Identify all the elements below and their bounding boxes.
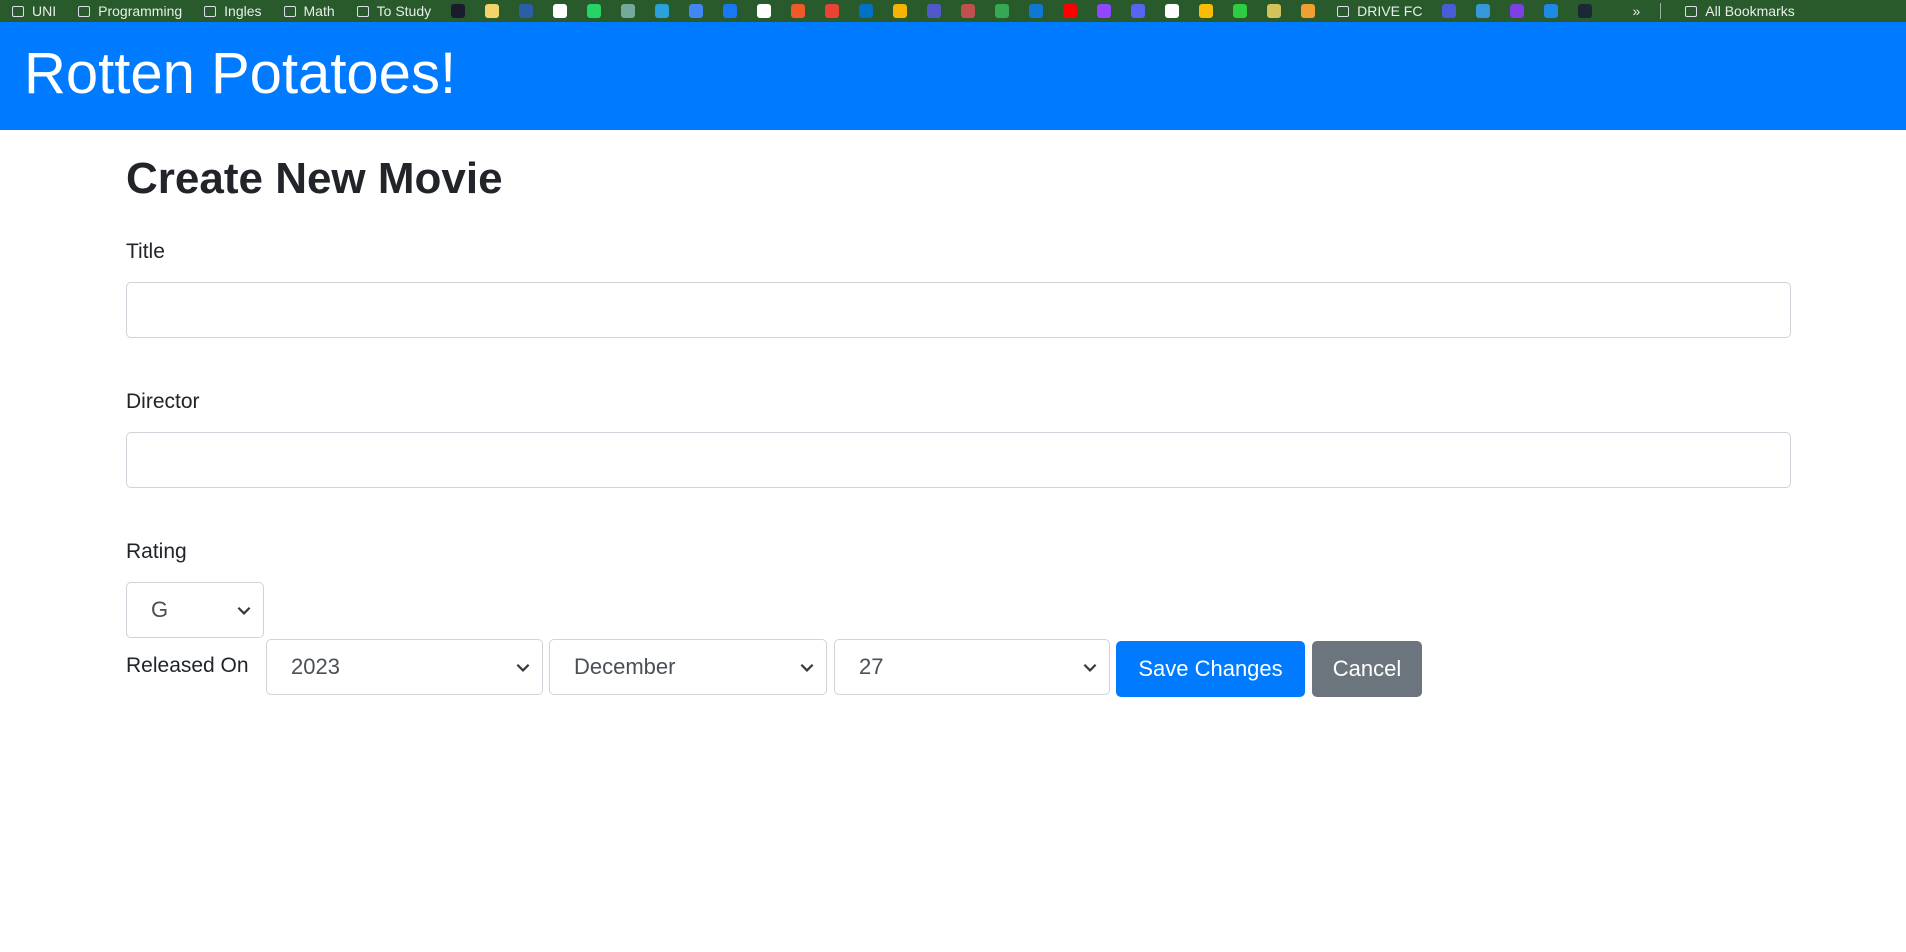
- bookmarks-bar: UNI Programming Ingles Math To Study DRIVE FC…: [0, 0, 1906, 22]
- bookmark-favicon-icon[interactable]: [995, 4, 1010, 18]
- title-label: Title: [126, 240, 165, 263]
- folder-icon: [1685, 5, 1698, 17]
- bookmark-favicon-icon[interactable]: [1063, 4, 1078, 18]
- folder-icon: [78, 5, 91, 17]
- bookmark-favicon-icon[interactable]: [1578, 4, 1593, 18]
- bookmark-favicon-icon[interactable]: [791, 4, 806, 18]
- site-header: Rotten Potatoes!: [0, 22, 1906, 130]
- bookmark-folder[interactable]: DRIVE FC: [1337, 3, 1422, 19]
- bookmark-favicon-icon[interactable]: [1267, 4, 1282, 18]
- bookmark-folder-label: Math: [303, 3, 335, 19]
- released-on-label: Released On: [126, 654, 249, 677]
- bookmark-favicon-icon[interactable]: [553, 4, 568, 18]
- bookmark-folder[interactable]: Programming: [78, 3, 182, 19]
- site-title[interactable]: Rotten Potatoes!: [24, 40, 456, 107]
- day-select[interactable]: 27: [834, 639, 1110, 695]
- director-input[interactable]: [126, 432, 1791, 488]
- chevron-down-icon: [800, 663, 814, 672]
- bookmark-favicon-icon[interactable]: [689, 4, 704, 18]
- bookmark-folder-label: Programming: [98, 3, 183, 19]
- bookmark-favicon-icon[interactable]: [587, 4, 602, 18]
- cancel-button[interactable]: Cancel: [1312, 641, 1422, 697]
- bookmark-favicon-icon[interactable]: [1442, 4, 1457, 18]
- month-value: December: [574, 654, 676, 679]
- bookmark-favicon-icon[interactable]: [757, 4, 772, 18]
- folder-icon: [204, 5, 217, 17]
- folder-icon: [12, 5, 24, 17]
- bookmark-favicon-icon[interactable]: [1199, 4, 1214, 18]
- bookmark-favicon-icon[interactable]: [927, 4, 942, 18]
- chevron-down-icon: [516, 663, 530, 672]
- save-changes-button[interactable]: Save Changes: [1116, 641, 1305, 697]
- folder-icon: [356, 5, 369, 17]
- bookmark-folder[interactable]: Math: [283, 3, 335, 19]
- bookmark-favicon-icon[interactable]: [1165, 4, 1180, 18]
- bookmark-favicon-icon[interactable]: [859, 4, 874, 18]
- year-value: 2023: [291, 654, 340, 679]
- bookmark-favicon-icon[interactable]: [519, 4, 534, 18]
- bookmark-favicon-icon[interactable]: [1131, 4, 1146, 18]
- bookmark-folder-label: DRIVE FC: [1357, 3, 1423, 19]
- bookmark-favicon-icon[interactable]: [485, 4, 500, 18]
- bookmark-folder[interactable]: All Bookmarks: [1685, 3, 1795, 19]
- chevron-down-icon: [237, 606, 251, 615]
- bookmark-favicon-icon[interactable]: [621, 4, 636, 18]
- title-input[interactable]: [126, 282, 1791, 338]
- rating-value: G: [151, 597, 169, 622]
- bookmark-favicon-icon[interactable]: [893, 4, 908, 18]
- bookmark-favicon-icon[interactable]: [655, 4, 670, 18]
- folder-icon: [283, 5, 296, 17]
- folder-icon: [1337, 5, 1350, 17]
- bookmark-folder[interactable]: UNI: [12, 3, 56, 19]
- bookmarks-overflow-button[interactable]: »: [1632, 3, 1640, 19]
- bookmark-favicon-icon[interactable]: [451, 4, 466, 18]
- bookmark-folder-label: All Bookmarks: [1705, 3, 1795, 19]
- bookmark-favicon-icon[interactable]: [1233, 4, 1248, 18]
- bookmark-favicon-icon[interactable]: [1544, 4, 1559, 18]
- rating-label: Rating: [126, 540, 187, 563]
- bookmark-favicon-icon[interactable]: [825, 4, 840, 18]
- rating-select[interactable]: G: [126, 582, 264, 638]
- month-select[interactable]: December: [549, 639, 827, 695]
- bookmark-favicon-icon[interactable]: [961, 4, 976, 18]
- bookmark-folder-label: UNI: [32, 3, 57, 19]
- chevron-down-icon: [1083, 663, 1097, 672]
- bookmark-favicon-icon[interactable]: [1029, 4, 1044, 18]
- director-label: Director: [126, 390, 200, 413]
- bookmark-favicon-icon[interactable]: [1510, 4, 1525, 18]
- page-title: Create New Movie: [126, 154, 503, 203]
- bookmark-favicon-icon[interactable]: [1476, 4, 1491, 18]
- bookmark-folder-label: Ingles: [224, 3, 262, 19]
- bookmark-favicon-icon[interactable]: [1097, 4, 1112, 18]
- bookmark-folder[interactable]: To Study: [356, 3, 432, 19]
- year-select[interactable]: 2023: [266, 639, 543, 695]
- divider: [1660, 3, 1662, 19]
- bookmark-folder-label: To Study: [376, 3, 432, 19]
- bookmark-folder[interactable]: Ingles: [204, 3, 262, 19]
- day-value: 27: [859, 654, 884, 679]
- bookmark-favicon-icon[interactable]: [1301, 4, 1316, 18]
- bookmark-favicon-icon[interactable]: [723, 4, 738, 18]
